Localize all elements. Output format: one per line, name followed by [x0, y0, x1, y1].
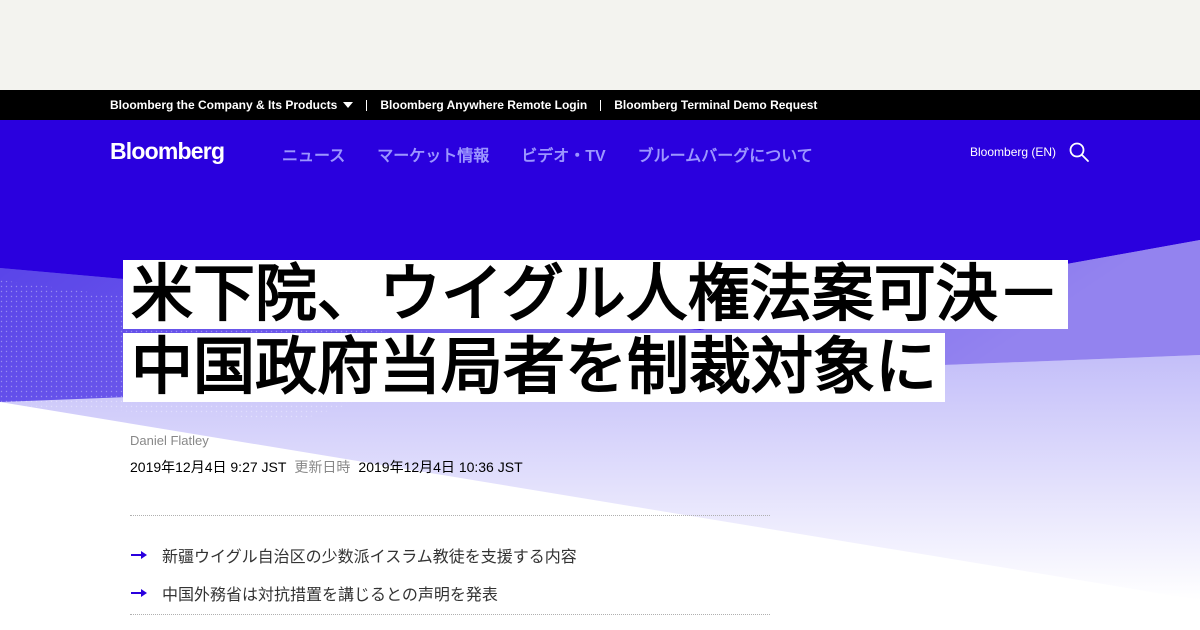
main-navigation: Bloomberg ニュース マーケット情報 ビデオ・TV ブルームバーグについ… — [0, 120, 1200, 184]
topbar-company-products-link[interactable]: Bloomberg the Company & Its Products — [110, 98, 354, 112]
topbar-divider — [366, 99, 368, 111]
divider-bottom — [130, 614, 770, 615]
bullet-text: 中国外務省は対抗措置を講じるとの声明を発表 — [162, 587, 498, 604]
ad-banner-area — [0, 0, 1200, 90]
published-date: 2019年12月4日 9:27 JST — [130, 459, 287, 475]
topbar-link-label: Bloomberg Terminal Demo Request — [614, 98, 818, 112]
list-item: 新疆ウイグル自治区の少数派イスラム教徒を支援する内容 — [130, 536, 770, 574]
corporate-topbar: Bloomberg the Company & Its Products Blo… — [0, 90, 1200, 120]
topbar-divider — [600, 99, 602, 111]
article-headline: 米下院、ウイグル人権法案可決－中国政府当局者を制裁対象に — [123, 258, 1103, 404]
nav-item-markets[interactable]: マーケット情報 — [377, 142, 489, 166]
updated-date: 2019年12月4日 10:36 JST — [358, 459, 523, 475]
search-icon — [1069, 142, 1089, 162]
nav-item-video-tv[interactable]: ビデオ・TV — [521, 142, 605, 166]
headline-text: 米下院、ウイグル人権法案可決－中国政府当局者を制裁対象に — [123, 260, 1068, 402]
article-dates: 2019年12月4日 9:27 JST 更新日時 2019年12月4日 10:3… — [130, 457, 523, 477]
bloomberg-logo[interactable]: Bloomberg — [110, 138, 225, 165]
divider-top — [130, 515, 770, 516]
nav-item-about[interactable]: ブルームバーグについて — [638, 142, 813, 166]
topbar-link-label: Bloomberg Anywhere Remote Login — [380, 98, 588, 112]
edition-switch-link[interactable]: Bloomberg (EN) — [970, 145, 1056, 159]
bullet-text: 新疆ウイグル自治区の少数派イスラム教徒を支援する内容 — [162, 549, 577, 566]
search-button[interactable] — [1068, 141, 1090, 163]
nav-item-news[interactable]: ニュース — [282, 142, 345, 166]
topbar-demo-request-link[interactable]: Bloomberg Terminal Demo Request — [614, 98, 817, 112]
topbar-link-label: Bloomberg the Company & Its Products — [110, 98, 338, 112]
caret-down-icon — [343, 102, 354, 108]
list-item: 中国外務省は対抗措置を講じるとの声明を発表 — [130, 574, 770, 612]
arrow-right-icon — [130, 550, 162, 560]
topbar-remote-login-link[interactable]: Bloomberg Anywhere Remote Login — [380, 98, 587, 112]
arrow-right-icon — [130, 588, 162, 598]
author-byline[interactable]: Daniel Flatley — [130, 433, 209, 448]
article-abstract-list: 新疆ウイグル自治区の少数派イスラム教徒を支援する内容 中国外務省は対抗措置を講じ… — [130, 536, 770, 612]
nav-links: ニュース マーケット情報 ビデオ・TV ブルームバーグについて — [282, 142, 813, 166]
updated-label: 更新日時 — [294, 459, 351, 475]
